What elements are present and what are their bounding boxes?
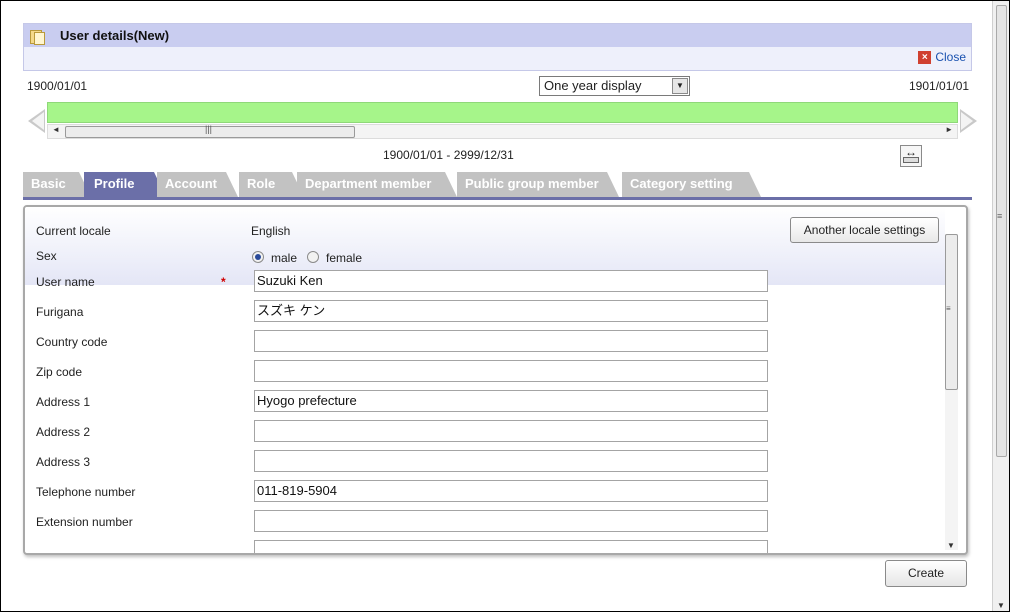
address-3-input[interactable] bbox=[254, 450, 768, 472]
another-locale-settings-button[interactable]: Another locale settings bbox=[790, 217, 939, 243]
tab-label: Category setting bbox=[630, 176, 733, 191]
zip-code-label: Zip code bbox=[36, 365, 83, 379]
sex-female-radio[interactable] bbox=[307, 251, 319, 263]
tab-public-group-member[interactable]: Public group member bbox=[457, 172, 619, 197]
furigana-input[interactable]: スズキ ケン bbox=[254, 300, 768, 322]
address-2-label: Address 2 bbox=[36, 425, 91, 439]
scroll-right-arrow-icon[interactable]: ► bbox=[945, 125, 953, 134]
timeline-prev-arrow-fill bbox=[32, 112, 44, 130]
form-scrollbar[interactable]: ≡ ▼ bbox=[945, 234, 958, 550]
close-label: Close bbox=[935, 50, 966, 64]
fit-range-bar-icon bbox=[903, 157, 919, 163]
tab-department-member[interactable]: Department member bbox=[297, 172, 457, 197]
dialog-header: User details(New) × Close bbox=[23, 23, 972, 71]
telephone-number-input[interactable]: 011-819-5904 bbox=[254, 480, 768, 502]
tab-account[interactable]: Account bbox=[157, 172, 238, 197]
current-locale-value: English bbox=[251, 224, 291, 238]
tab-label: Basic bbox=[31, 176, 66, 191]
extension-number-label: Extension number bbox=[36, 515, 133, 529]
scroll-grip-icon: ≡ bbox=[946, 304, 951, 313]
tab-label: Profile bbox=[94, 176, 135, 191]
tab-label: Account bbox=[165, 176, 217, 191]
profile-form-panel: Current locale English Another locale se… bbox=[23, 205, 968, 555]
tab-bar: Basic Profile Account Role Department me… bbox=[23, 172, 972, 197]
furigana-label: Furigana bbox=[36, 305, 84, 319]
sex-label: Sex bbox=[36, 249, 57, 263]
display-mode-value: One year display bbox=[544, 78, 642, 93]
tab-underline bbox=[23, 197, 972, 200]
address-3-label: Address 3 bbox=[36, 455, 91, 469]
create-button[interactable]: Create bbox=[885, 560, 967, 587]
sex-female-label: female bbox=[326, 251, 363, 265]
user-name-label: User name bbox=[36, 275, 95, 289]
tab-label: Department member bbox=[305, 176, 432, 191]
window-scrollbar[interactable]: ≡ ▼ bbox=[992, 1, 1009, 611]
country-code-label: Country code bbox=[36, 335, 108, 349]
required-marker: * bbox=[221, 275, 226, 289]
timeline-next-arrow-fill bbox=[961, 112, 973, 130]
tab-profile[interactable]: Profile bbox=[84, 172, 166, 197]
header-toolbar: × Close bbox=[24, 47, 971, 70]
telephone-number-label: Telephone number bbox=[36, 485, 136, 499]
timeline-start-date: 1900/01/01 bbox=[27, 79, 88, 93]
scroll-down-arrow-icon[interactable]: ▼ bbox=[997, 601, 1005, 610]
document-icon bbox=[30, 29, 45, 45]
zip-code-input[interactable] bbox=[254, 360, 768, 382]
address-1-input[interactable]: Hyogo prefecture bbox=[254, 390, 768, 412]
fit-range-button[interactable]: ↔ bbox=[900, 145, 922, 167]
scroll-left-arrow-icon[interactable]: ◄ bbox=[52, 125, 60, 134]
timeline-bar[interactable] bbox=[47, 102, 958, 123]
close-button[interactable]: × Close bbox=[918, 50, 966, 64]
extension-number-input[interactable] bbox=[254, 510, 768, 532]
tab-label: Role bbox=[247, 176, 276, 191]
tab-basic[interactable]: Basic bbox=[23, 172, 91, 197]
next-field-input[interactable] bbox=[254, 540, 768, 553]
scroll-down-arrow-icon[interactable]: ▼ bbox=[947, 541, 955, 550]
tab-label: Public group member bbox=[465, 176, 599, 191]
timeline-range: 1900/01/01 - 2999/12/31 bbox=[383, 148, 514, 162]
country-code-input[interactable] bbox=[254, 330, 768, 352]
timeline-scrollbar[interactable]: ◄ ||| ► bbox=[47, 124, 958, 139]
window-scrollbar-thumb[interactable] bbox=[996, 5, 1007, 457]
close-icon: × bbox=[918, 50, 932, 64]
user-name-input[interactable]: Suzuki Ken bbox=[254, 270, 768, 292]
sex-male-label: male bbox=[271, 251, 298, 265]
page-title: User details(New) bbox=[60, 28, 170, 43]
display-mode-select[interactable]: One year display ▼ bbox=[539, 76, 690, 96]
title-bar: User details(New) bbox=[24, 24, 971, 47]
tab-category-setting[interactable]: Category setting bbox=[622, 172, 761, 197]
tab-role[interactable]: Role bbox=[239, 172, 304, 197]
scroll-grip-icon: ≡ bbox=[997, 211, 1003, 221]
chevron-down-icon[interactable]: ▼ bbox=[672, 78, 688, 94]
address-2-input[interactable] bbox=[254, 420, 768, 442]
address-1-label: Address 1 bbox=[36, 395, 91, 409]
timeline-end-date: 1901/01/01 bbox=[909, 79, 970, 93]
current-locale-label: Current locale bbox=[36, 224, 111, 238]
sex-male-radio[interactable] bbox=[252, 251, 264, 263]
scroll-grip-icon: ||| bbox=[205, 124, 213, 134]
